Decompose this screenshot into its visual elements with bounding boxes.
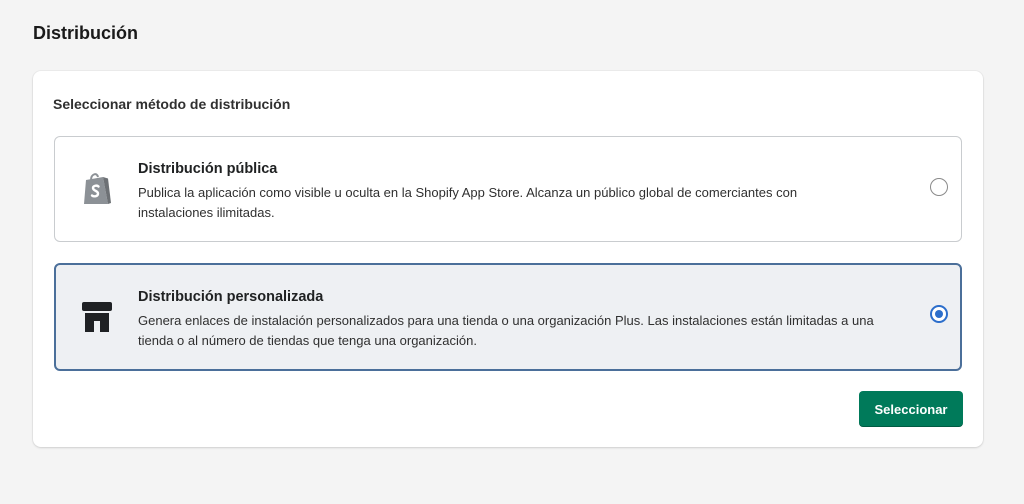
distribution-card: Seleccionar método de distribución Distr… (33, 71, 983, 447)
option-custom-description: Genera enlaces de instalación personaliz… (138, 313, 874, 348)
store-icon (81, 299, 113, 335)
select-button[interactable]: Seleccionar (859, 391, 963, 427)
radio-custom-distribution[interactable] (930, 305, 948, 323)
option-public-distribution[interactable]: Distribución pública Publica la aplicaci… (54, 136, 962, 242)
page-title: Distribución (33, 23, 139, 43)
option-custom-title: Distribución personalizada (138, 289, 324, 305)
option-public-description: Publica la aplicación como visible u ocu… (138, 185, 798, 220)
radio-public-distribution[interactable] (930, 178, 948, 196)
option-public-title: Distribución pública (138, 161, 278, 177)
shopify-bag-icon (81, 171, 113, 207)
card-heading: Seleccionar método de distribución (53, 96, 291, 112)
distribution-page: Distribución Seleccionar método de distr… (0, 0, 1024, 504)
option-custom-distribution[interactable]: Distribución personalizada Genera enlace… (54, 263, 962, 371)
